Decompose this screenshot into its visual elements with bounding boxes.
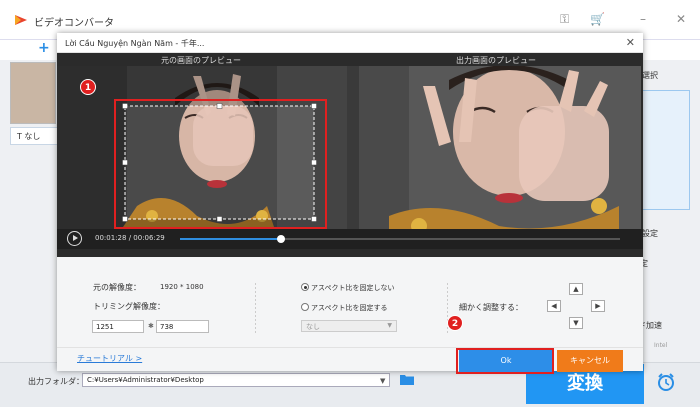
original-preview-label: 元の画面のプレビュー: [161, 56, 241, 65]
minimize-icon[interactable]: –: [640, 12, 646, 26]
intel-label: Intel: [654, 342, 668, 349]
player-controls: 00:01:28 / 00:06:29: [57, 229, 643, 249]
time-display: 00:01:28 / 00:06:29: [95, 234, 165, 242]
total-time: 00:06:29: [133, 234, 165, 242]
current-time: 00:01:28: [95, 234, 127, 242]
aspect-ratio-select-value: なし: [306, 323, 320, 331]
video-thumbnail[interactable]: [10, 62, 56, 124]
chevron-down-icon[interactable]: ▼: [380, 377, 385, 385]
app-logo-icon: [15, 15, 27, 25]
time-separator: /: [128, 234, 132, 242]
subtitle-selector[interactable]: T なし: [10, 127, 60, 145]
crop-dialog: Lời Cầu Nguyện Ngàn Năm - 千年... ✕ 元の画面のプ…: [57, 33, 643, 374]
trim-resolution-label: トリミング解像度：: [93, 302, 165, 311]
cancel-button[interactable]: キャンセル: [557, 350, 623, 372]
aspect-unlocked-radio[interactable]: [301, 283, 309, 291]
step-badge-1: 1: [80, 79, 96, 95]
nudge-up-button[interactable]: ▲: [569, 283, 583, 295]
alarm-icon[interactable]: [656, 372, 676, 392]
app-title: ビデオコンバータ: [34, 18, 114, 29]
progress-bar[interactable]: [180, 235, 620, 243]
settings-divider: [255, 283, 256, 333]
output-folder-label: 出力フォルダ：: [28, 377, 84, 386]
progress-fill: [180, 238, 282, 240]
ok-button-highlight: [456, 348, 554, 374]
output-preview-label: 出力画面のプレビュー: [456, 56, 536, 65]
chevron-down-icon: ▼: [387, 322, 392, 329]
preview-divider: [347, 66, 359, 236]
cart-icon[interactable]: 🛒: [590, 12, 605, 26]
folder-icon[interactable]: [400, 374, 414, 385]
progress-knob[interactable]: [277, 235, 286, 243]
step-badge-2: 2: [447, 315, 463, 331]
times-icon: ✱: [148, 322, 154, 330]
output-preview: [359, 66, 641, 236]
nudge-right-button[interactable]: ▶: [591, 300, 605, 312]
key-icon[interactable]: ⚿: [560, 12, 569, 27]
close-icon[interactable]: ✕: [676, 12, 686, 26]
dialog-footer: [57, 347, 643, 371]
trim-width-input[interactable]: 1251: [92, 320, 144, 333]
close-icon[interactable]: ✕: [626, 36, 635, 49]
fine-adjust-label: 細かく調整する：: [459, 303, 523, 312]
settings-label[interactable]: 設定: [642, 228, 658, 239]
dialog-titlebar: Lời Cầu Nguyện Ngàn Năm - 千年... ✕: [57, 33, 643, 53]
tutorial-link[interactable]: チュートリアル >: [77, 353, 142, 364]
original-resolution-label: 元の解像度：: [93, 283, 141, 292]
aspect-locked-label[interactable]: アスペクト比を固定する: [311, 303, 388, 313]
original-resolution-value: 1920 * 1080: [160, 283, 204, 291]
crop-area-highlight: [114, 99, 327, 229]
nudge-down-button[interactable]: ▼: [569, 317, 583, 329]
play-icon[interactable]: [67, 231, 82, 246]
nudge-left-button[interactable]: ◀: [547, 300, 561, 312]
dialog-title: Lời Cầu Nguyện Ngàn Năm - 千年...: [65, 39, 205, 48]
output-video-frame: [359, 66, 641, 236]
aspect-unlocked-label[interactable]: アスペクト比を固定しない: [311, 283, 395, 293]
aspect-ratio-select[interactable]: なし ▼: [301, 320, 397, 332]
trim-height-input[interactable]: 738: [156, 320, 209, 333]
add-file-button[interactable]: +: [38, 40, 50, 56]
aspect-locked-radio[interactable]: [301, 303, 309, 311]
output-folder-input[interactable]: C:¥Users¥Administrator¥Desktop: [82, 373, 390, 387]
